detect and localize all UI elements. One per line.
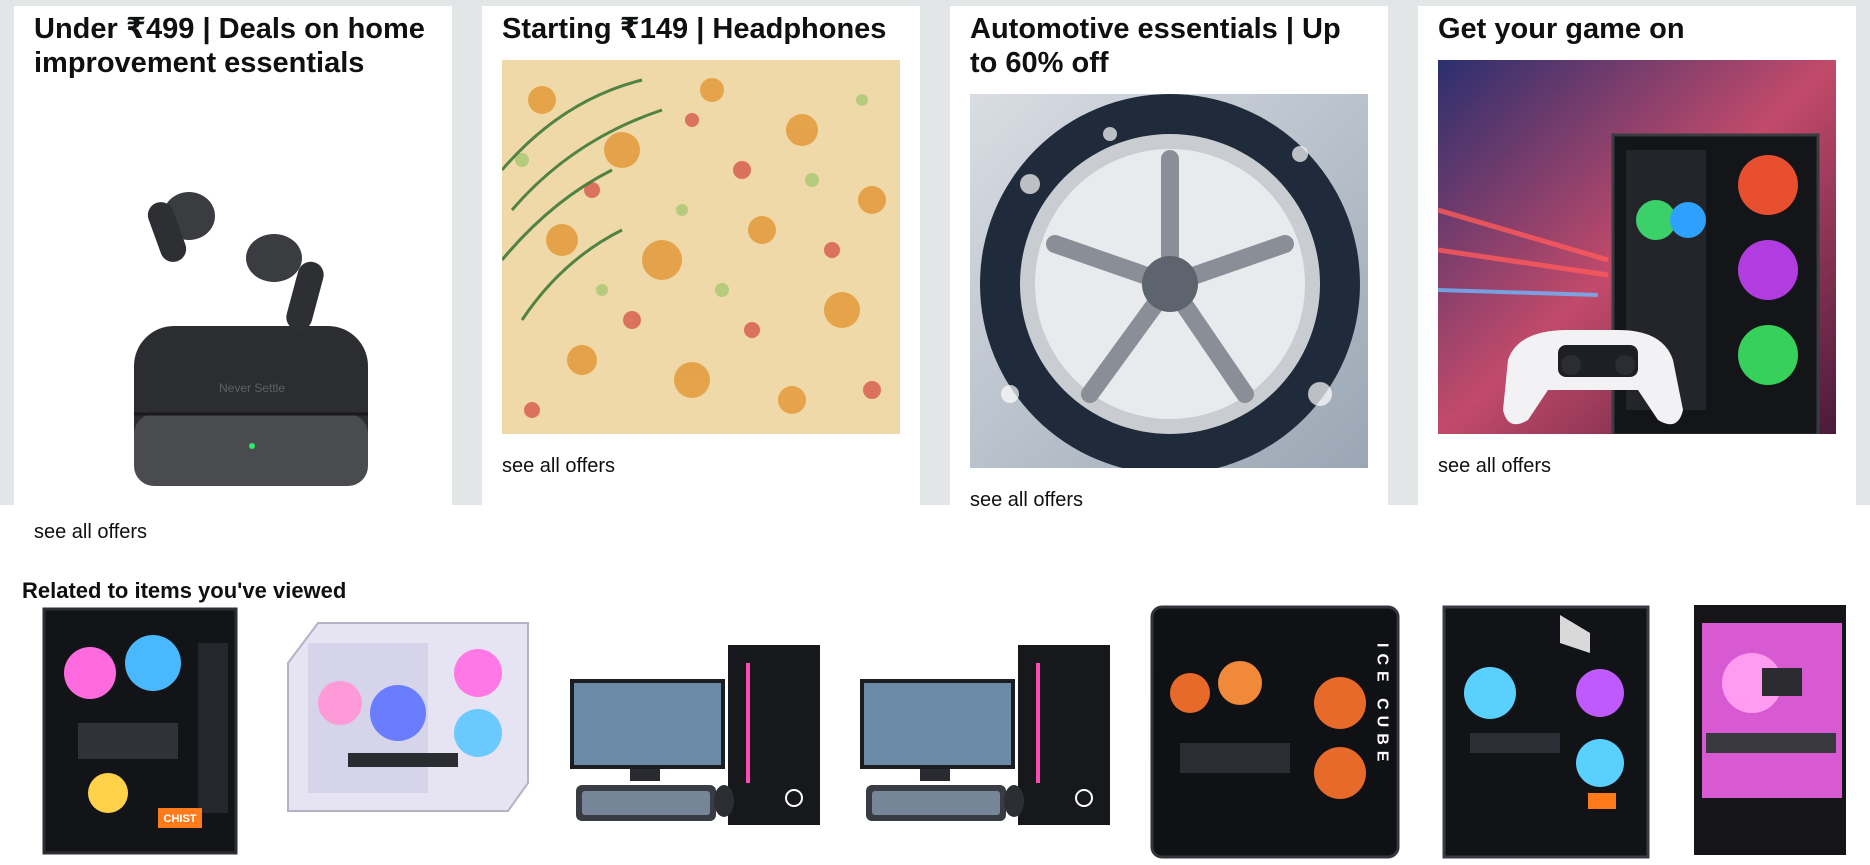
product-card[interactable] (1692, 603, 1848, 865)
deal-card-headphones: Starting ₹149 | Headphones see all offer… (482, 6, 920, 505)
deal-card-gaming: Get your game on see all offers (1418, 6, 1856, 505)
see-all-offers-link[interactable]: see all offers (1438, 455, 1551, 478)
product-card[interactable] (1440, 603, 1652, 865)
svg-text:ICE CUBE: ICE CUBE (1374, 643, 1391, 767)
product-card[interactable] (570, 603, 820, 865)
product-card[interactable] (860, 603, 1110, 865)
svg-text:Never Settle: Never Settle (219, 381, 285, 395)
related-section-title: Related to items you've viewed (22, 578, 347, 603)
gaming-pc-image[interactable] (1438, 60, 1836, 434)
card-title[interactable]: Automotive essentials | Up to 60% off (970, 12, 1368, 80)
see-all-offers-link[interactable]: see all offers (34, 521, 147, 544)
floral-pattern-image[interactable] (502, 60, 900, 434)
earbuds-image[interactable]: Never Settle (34, 156, 432, 496)
see-all-offers-link[interactable]: see all offers (970, 489, 1083, 512)
product-card[interactable]: ICE CUBE (1150, 603, 1400, 865)
product-card[interactable] (278, 603, 530, 865)
svg-text:CHIST: CHIST (164, 813, 197, 825)
card-title[interactable]: Under ₹499 | Deals on home improvement e… (34, 12, 432, 80)
deal-card-home-improvement: Under ₹499 | Deals on home improvement e… (14, 6, 452, 543)
car-wheel-image[interactable] (970, 94, 1368, 468)
see-all-offers-link[interactable]: see all offers (502, 455, 615, 478)
product-card[interactable]: CHIST (38, 603, 238, 865)
card-title[interactable]: Get your game on (1438, 12, 1836, 46)
related-items-carousel: CHIST ICE CUBE (0, 603, 1870, 865)
deal-card-automotive: Automotive essentials | Up to 60% off se… (950, 6, 1388, 511)
card-title[interactable]: Starting ₹149 | Headphones (502, 12, 900, 46)
